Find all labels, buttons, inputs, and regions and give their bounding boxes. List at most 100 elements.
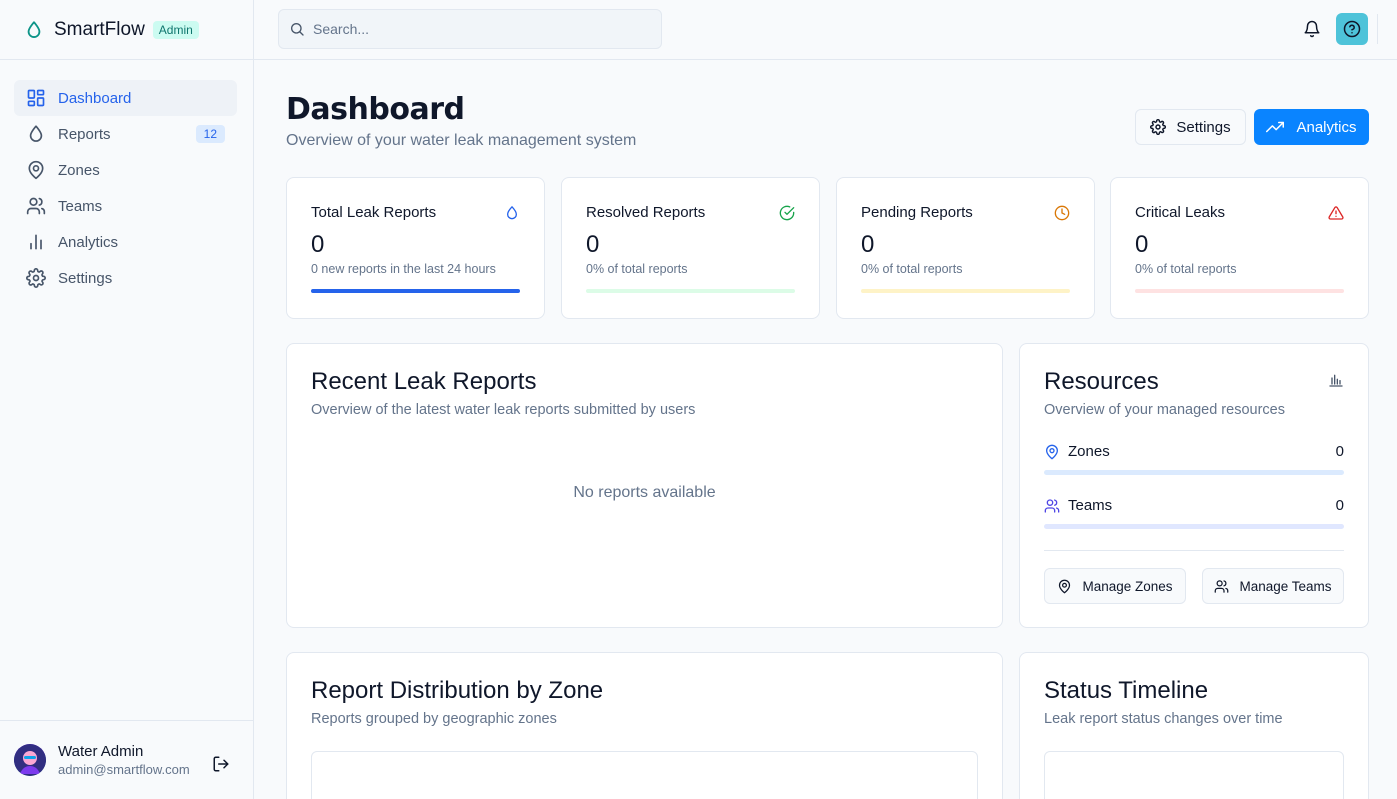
distribution-title: Report Distribution by Zone (311, 677, 604, 704)
stat-title: Critical Leaks (1135, 204, 1226, 221)
check-circle-icon (779, 205, 795, 221)
sidebar-item-zones[interactable]: Zones (14, 152, 237, 188)
droplet-icon (26, 124, 46, 144)
page-title: Dashboard (286, 92, 465, 127)
stat-description: 0% of total reports (861, 262, 963, 276)
droplet-logo-icon (24, 20, 44, 40)
sidebar-item-dashboard[interactable]: Dashboard (14, 80, 237, 116)
header-divider (1377, 14, 1378, 44)
sidebar-item-reports[interactable]: Reports 12 (14, 116, 237, 152)
gear-icon (1150, 119, 1167, 135)
stat-title: Resolved Reports (586, 204, 706, 221)
timeline-title: Status Timeline (1044, 677, 1209, 704)
sidebar-item-settings[interactable]: Settings (14, 260, 237, 296)
user-profile: Water Admin admin@smartflow.com (0, 720, 253, 799)
alert-triangle-icon (1328, 205, 1344, 221)
timeline-subtitle: Leak report status changes over time (1044, 711, 1283, 727)
page-subtitle: Overview of your water leak management s… (286, 132, 637, 149)
logout-icon[interactable] (212, 755, 230, 773)
distribution-chart-area (311, 751, 978, 799)
recent-reports-title: Recent Leak Reports (311, 368, 537, 395)
resource-label: Teams (1068, 497, 1113, 514)
sidebar: SmartFlow Admin Dashboard Reports 12 Zon… (0, 0, 254, 799)
sidebar-item-teams[interactable]: Teams (14, 188, 237, 224)
manage-zones-button[interactable]: Manage Zones (1044, 568, 1186, 604)
stat-value: 0 (1135, 231, 1149, 258)
sidebar-item-label: Zones (58, 161, 100, 179)
bar-chart-icon (26, 232, 46, 252)
map-pin-icon (1057, 579, 1072, 594)
zones-progress-bar (1044, 470, 1344, 475)
stat-progress-bar (861, 289, 1070, 293)
sidebar-item-label: Teams (58, 197, 103, 215)
resources-title: Resources (1044, 368, 1159, 395)
search-input[interactable] (313, 21, 633, 37)
droplet-icon (504, 205, 520, 221)
resource-zones-row: Zones 0 (1044, 443, 1344, 460)
map-pin-icon (1044, 444, 1060, 460)
stat-progress-bar (1135, 289, 1344, 293)
analytics-button[interactable]: Analytics (1254, 109, 1369, 145)
stat-title: Total Leak Reports (311, 204, 437, 221)
users-icon (1214, 579, 1229, 594)
reports-count-badge: 12 (195, 125, 225, 143)
sidebar-item-label: Settings (58, 269, 113, 287)
stat-value: 0 (861, 231, 875, 258)
stat-card-critical: Critical Leaks 0 0% of total reports (1110, 177, 1369, 319)
app-name: SmartFlow (54, 18, 145, 40)
search-icon (289, 21, 305, 37)
stat-description: 0% of total reports (1135, 262, 1237, 276)
resource-value: 0 (1335, 443, 1344, 460)
manage-teams-label: Manage Teams (1239, 578, 1332, 594)
users-icon (1044, 498, 1060, 514)
role-badge: Admin (152, 20, 199, 39)
stat-title: Pending Reports (861, 204, 973, 221)
distribution-subtitle: Reports grouped by geographic zones (311, 711, 557, 727)
manage-teams-button[interactable]: Manage Teams (1202, 568, 1344, 604)
recent-reports-subtitle: Overview of the latest water leak report… (311, 402, 696, 418)
stat-card-pending: Pending Reports 0 0% of total reports (836, 177, 1095, 319)
dashboard-icon (26, 88, 46, 108)
resource-teams-row: Teams 0 (1044, 497, 1344, 514)
settings-button-label: Settings (1176, 118, 1231, 136)
avatar[interactable] (14, 744, 46, 776)
trending-up-icon (1266, 118, 1285, 136)
stat-description: 0 new reports in the last 24 hours (311, 262, 496, 276)
settings-button[interactable]: Settings (1135, 109, 1246, 145)
top-bar (254, 0, 1397, 60)
sidebar-nav: Dashboard Reports 12 Zones Teams Analyti… (0, 60, 253, 296)
stat-progress-bar (311, 289, 520, 293)
user-name: Water Admin (58, 743, 144, 760)
timeline-chart-area (1044, 751, 1344, 799)
stat-description: 0% of total reports (586, 262, 688, 276)
bell-icon[interactable] (1303, 20, 1321, 38)
map-pin-icon (26, 160, 46, 180)
stat-card-total: Total Leak Reports 0 0 new reports in th… (286, 177, 545, 319)
sidebar-item-label: Reports (58, 125, 111, 143)
stat-value: 0 (311, 231, 325, 258)
resources-card: Resources Overview of your managed resou… (1019, 343, 1369, 628)
users-icon (26, 196, 46, 216)
teams-progress-bar (1044, 524, 1344, 529)
gear-icon (26, 268, 46, 288)
resources-subtitle: Overview of your managed resources (1044, 402, 1285, 418)
manage-zones-label: Manage Zones (1082, 578, 1173, 594)
bar-chart-icon (1328, 372, 1344, 388)
sidebar-item-label: Dashboard (58, 89, 132, 107)
resources-divider (1044, 550, 1344, 551)
distribution-card: Report Distribution by Zone Reports grou… (286, 652, 1003, 799)
resource-value: 0 (1335, 497, 1344, 514)
stat-progress-bar (586, 289, 795, 293)
user-email: admin@smartflow.com (58, 762, 190, 777)
help-circle-icon (1343, 20, 1361, 38)
sidebar-item-label: Analytics (58, 233, 119, 251)
search-box[interactable] (278, 9, 662, 49)
empty-state: No reports available (573, 484, 716, 501)
stat-card-resolved: Resolved Reports 0 0% of total reports (561, 177, 820, 319)
recent-reports-card: Recent Leak Reports Overview of the late… (286, 343, 1003, 628)
brand[interactable]: SmartFlow Admin (0, 0, 253, 60)
clock-icon (1054, 205, 1070, 221)
resource-label: Zones (1068, 443, 1110, 460)
sidebar-item-analytics[interactable]: Analytics (14, 224, 237, 260)
help-button[interactable] (1336, 13, 1368, 45)
